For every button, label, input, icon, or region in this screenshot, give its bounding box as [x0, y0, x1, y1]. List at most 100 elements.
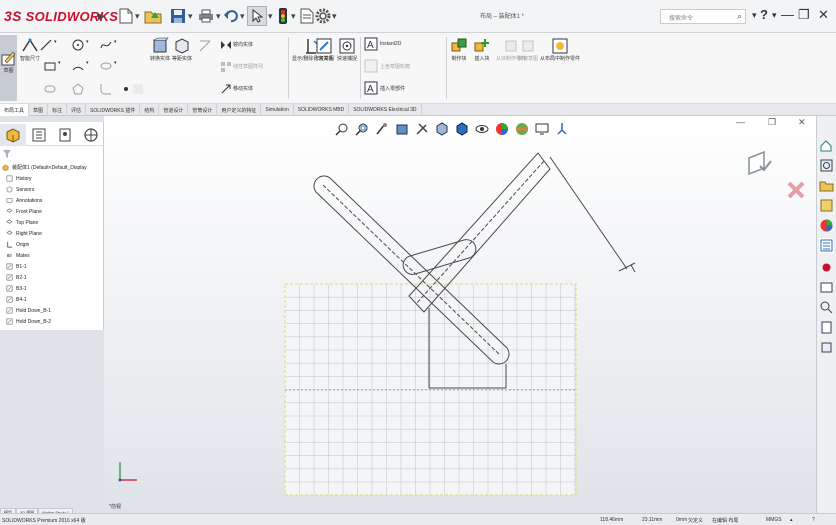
tree-item[interactable]: B1-1	[2, 261, 87, 272]
spline-dropdown-icon[interactable]: ▾	[114, 39, 117, 45]
tab-8[interactable]: 用户定义的特征	[217, 104, 262, 116]
save-icon[interactable]	[168, 6, 188, 26]
insert-component-label[interactable]: 插入零部件	[380, 85, 405, 92]
zoom-to-fit-icon[interactable]	[334, 121, 350, 137]
point-icon[interactable]	[120, 83, 132, 95]
make-block-button[interactable]: 制作块	[450, 37, 468, 62]
graphics-area[interactable]: *前视 — ❐ ✕	[104, 116, 816, 513]
edit-sketch-button[interactable]: 草图	[0, 35, 17, 101]
tab-7[interactable]: 管筒设计	[188, 104, 218, 116]
plm-icon[interactable]	[819, 320, 834, 335]
text-icon[interactable]	[132, 83, 144, 95]
gfx-minimize-icon[interactable]: —	[736, 117, 745, 127]
tab-11[interactable]: SOLIDWORKS Electrical 3D	[349, 104, 422, 116]
print-icon[interactable]	[196, 6, 216, 26]
circle-icon[interactable]	[72, 39, 84, 51]
edit-appearance-icon[interactable]	[494, 121, 510, 137]
gfx-close-icon[interactable]: ✕	[798, 117, 806, 128]
view-orientation-icon[interactable]	[434, 121, 450, 137]
search-icon[interactable]: ⌕	[737, 11, 742, 22]
polygon-icon[interactable]	[72, 83, 84, 95]
open-document-icon[interactable]	[143, 6, 163, 26]
tab-9[interactable]: Simulation	[261, 104, 294, 116]
solidworks-search-icon[interactable]	[819, 300, 834, 315]
tree-item[interactable]: Top Plane	[2, 217, 87, 228]
zoom-to-area-icon[interactable]	[354, 121, 370, 137]
instant2d-icon[interactable]: A	[364, 37, 378, 51]
mirror-entities-label[interactable]: 镜向实体	[233, 41, 253, 48]
rebuild-icon[interactable]	[276, 6, 290, 26]
configuration-manager-tab-icon[interactable]	[52, 124, 78, 146]
restore-button[interactable]: ❐	[798, 7, 810, 23]
new-dropdown-icon[interactable]: ▾	[135, 11, 140, 22]
exit-sketch-icon[interactable]	[746, 148, 776, 178]
link-bar-3[interactable]	[402, 239, 477, 275]
tree-item[interactable]: Hold Down_B-2	[2, 316, 87, 327]
tab-4[interactable]: SOLIDWORKS 插件	[86, 104, 141, 116]
smart-dimension-button[interactable]: 智能尺寸	[20, 37, 40, 62]
tree-item[interactable]: History	[2, 173, 87, 184]
units-dropdown-icon[interactable]: ▴	[790, 517, 793, 523]
display-style-icon[interactable]	[454, 121, 470, 137]
options-gear-icon[interactable]	[314, 6, 332, 26]
circle-dropdown-icon[interactable]: ▾	[86, 39, 89, 45]
view-settings-icon[interactable]	[534, 121, 550, 137]
save-dropdown-icon[interactable]: ▾	[188, 11, 193, 22]
arc-icon[interactable]	[72, 60, 84, 72]
gfx-restore-icon[interactable]: ❐	[768, 117, 776, 128]
offset-entities-button[interactable]: 等距实体	[172, 37, 192, 62]
tree-item[interactable]: Mates	[2, 250, 87, 261]
units-selector[interactable]: MMGS	[766, 517, 782, 523]
file-explorer-icon[interactable]	[819, 178, 834, 193]
forum-icon[interactable]	[819, 280, 834, 295]
custom-properties-icon[interactable]	[819, 238, 834, 253]
minimize-button[interactable]: —	[781, 7, 794, 22]
arc-dropdown-icon[interactable]: ▾	[86, 60, 89, 66]
design-library-icon[interactable]	[819, 158, 834, 173]
tree-item[interactable]: Right Plane	[2, 228, 87, 239]
tree-item[interactable]: Origin	[2, 239, 87, 250]
line-icon[interactable]	[40, 39, 52, 51]
tab-10[interactable]: SOLIDWORKS MBD	[294, 104, 350, 116]
linear-pattern-icon[interactable]	[220, 61, 232, 73]
select-dropdown-icon[interactable]: ▾	[268, 11, 273, 22]
undo-dropdown-icon[interactable]: ▾	[240, 11, 245, 22]
tree-item[interactable]: Annotations	[2, 195, 87, 206]
ellipse-dropdown-icon[interactable]: ▾	[114, 60, 117, 66]
tree-item[interactable]: Front Plane	[2, 206, 87, 217]
section-view-icon[interactable]	[394, 121, 410, 137]
close-button[interactable]: ✕	[818, 7, 829, 23]
insert-block-button[interactable]: 插入块	[473, 37, 491, 62]
filter-icon[interactable]	[2, 149, 12, 159]
cancel-sketch-icon[interactable]	[786, 180, 806, 200]
previous-view-icon[interactable]	[374, 121, 390, 137]
sketch-canvas[interactable]	[104, 116, 816, 513]
tab-5[interactable]: 结构	[140, 104, 160, 116]
help-status-icon[interactable]: ?	[812, 517, 815, 523]
options-dropdown-icon[interactable]: ▾	[332, 11, 337, 22]
tree-item[interactable]: B4-1	[2, 294, 87, 305]
instant2d-label[interactable]: Instant2D	[380, 41, 401, 47]
rebuild-dropdown-icon[interactable]: ▾	[291, 11, 296, 22]
insert-component-icon[interactable]: A	[364, 81, 378, 95]
quick-snaps-button[interactable]: 快速捕捉	[337, 37, 357, 62]
menu-expand-icon[interactable]: ▶	[98, 11, 105, 22]
search-dropdown-icon[interactable]: ▾	[752, 10, 757, 21]
fillet-icon[interactable]	[100, 83, 112, 95]
tab-0[interactable]: 布局工具	[0, 104, 30, 116]
rotate-view-icon[interactable]	[554, 121, 570, 137]
feature-tree-tab-icon[interactable]	[0, 124, 26, 146]
undo-icon[interactable]	[222, 6, 240, 26]
search-commands-input[interactable]: 搜索命令 ⌕	[660, 9, 746, 24]
rectangle-icon[interactable]	[44, 60, 56, 72]
help-icon[interactable]: ?	[760, 7, 768, 22]
property-manager-tab-icon[interactable]	[26, 124, 52, 146]
convert-entities-button[interactable]: 转换实体	[150, 37, 170, 62]
rapid-sketch-button[interactable]: 快速草图	[518, 37, 538, 62]
recording-icon[interactable]	[819, 260, 834, 275]
repair-sketch-button[interactable]: 修复草图	[314, 37, 334, 62]
tab-2[interactable]: 标注	[48, 104, 68, 116]
create-part-button[interactable]: 从布局中制作零件	[540, 37, 580, 62]
apply-scene-icon[interactable]	[514, 121, 530, 137]
support-arm[interactable]	[549, 156, 628, 270]
